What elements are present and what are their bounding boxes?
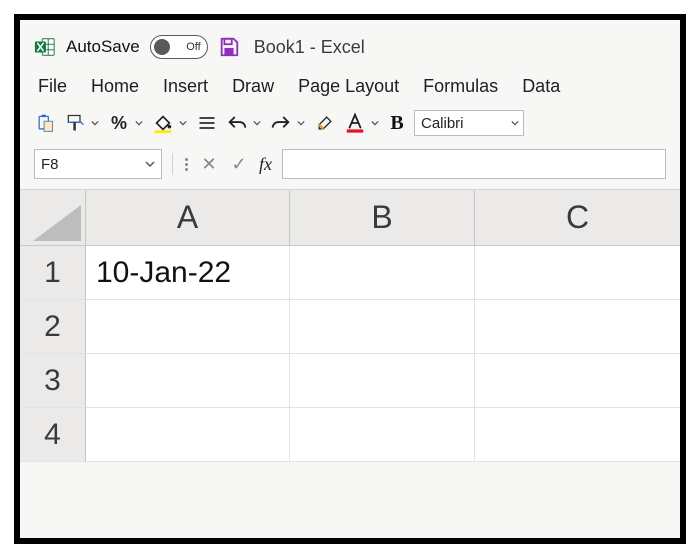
row-header-1[interactable]: 1: [20, 246, 86, 300]
tab-draw[interactable]: Draw: [232, 76, 274, 97]
excel-logo-icon: [34, 36, 56, 58]
quick-access-toolbar: %: [20, 107, 680, 147]
cancel-x-icon[interactable]: ✕: [199, 153, 219, 175]
column-header-b[interactable]: B: [290, 190, 475, 246]
cell-b3[interactable]: [290, 354, 475, 408]
excel-window: AutoSave Off Book1 - Excel File Home Ins…: [14, 14, 686, 544]
cell-c4[interactable]: [475, 408, 681, 462]
cell-b4[interactable]: [290, 408, 475, 462]
cell-a2[interactable]: [86, 300, 290, 354]
cell-a1[interactable]: 10-Jan-22: [86, 246, 290, 300]
bold-button[interactable]: B: [388, 112, 406, 135]
tab-data[interactable]: Data: [522, 76, 560, 97]
formula-input[interactable]: [282, 149, 666, 179]
clear-formatting-icon[interactable]: [314, 112, 336, 134]
chevron-down-icon[interactable]: [252, 112, 262, 134]
font-color-icon[interactable]: [344, 112, 366, 134]
undo-icon[interactable]: [226, 112, 248, 134]
tab-insert[interactable]: Insert: [163, 76, 208, 97]
row-header-2[interactable]: 2: [20, 300, 86, 354]
select-all-corner[interactable]: [20, 190, 86, 246]
redo-icon[interactable]: [270, 112, 292, 134]
toggle-knob-icon: [154, 39, 170, 55]
ribbon-tabs: File Home Insert Draw Page Layout Formul…: [20, 70, 680, 107]
window-title: Book1 - Excel: [254, 37, 365, 58]
chevron-down-icon[interactable]: [178, 112, 188, 134]
cell-b2[interactable]: [290, 300, 475, 354]
title-bar: AutoSave Off Book1 - Excel: [20, 20, 680, 70]
spreadsheet-grid: A B C 1 10-Jan-22 2 3 4: [20, 189, 680, 462]
chevron-down-icon[interactable]: [296, 112, 306, 134]
format-painter-icon[interactable]: [64, 112, 86, 134]
chevron-down-icon: [511, 119, 519, 127]
cell-c2[interactable]: [475, 300, 681, 354]
percent-icon[interactable]: %: [108, 112, 130, 134]
autosave-state: Off: [186, 41, 200, 53]
enter-check-icon[interactable]: ✓: [229, 153, 249, 175]
chevron-down-icon[interactable]: [90, 112, 100, 134]
tab-home[interactable]: Home: [91, 76, 139, 97]
align-icon[interactable]: [196, 112, 218, 134]
insert-function-button[interactable]: fx: [259, 154, 272, 175]
cell-c3[interactable]: [475, 354, 681, 408]
cell-a3[interactable]: [86, 354, 290, 408]
column-header-a[interactable]: A: [86, 190, 290, 246]
paste-icon[interactable]: [34, 112, 56, 134]
name-box[interactable]: F8: [34, 149, 162, 179]
cell-a4[interactable]: [86, 408, 290, 462]
chevron-down-icon: [145, 159, 155, 169]
tab-page-layout[interactable]: Page Layout: [298, 76, 399, 97]
chevron-down-icon[interactable]: [134, 112, 144, 134]
column-header-c[interactable]: C: [475, 190, 681, 246]
tab-formulas[interactable]: Formulas: [423, 76, 498, 97]
font-name-value: Calibri: [421, 115, 464, 132]
font-name-select[interactable]: Calibri: [414, 110, 524, 136]
tab-file[interactable]: File: [38, 76, 67, 97]
formula-bar-row: F8 ✕ ✓ fx: [20, 147, 680, 189]
divider: [172, 153, 173, 175]
grip-icon: [183, 158, 189, 171]
row-header-3[interactable]: 3: [20, 354, 86, 408]
name-box-value: F8: [41, 156, 59, 173]
fill-color-icon[interactable]: [152, 112, 174, 134]
autosave-toggle[interactable]: Off: [150, 35, 208, 59]
save-icon[interactable]: [218, 36, 240, 58]
cell-c1[interactable]: [475, 246, 681, 300]
autosave-label: AutoSave: [66, 37, 140, 57]
cell-b1[interactable]: [290, 246, 475, 300]
row-header-4[interactable]: 4: [20, 408, 86, 462]
chevron-down-icon[interactable]: [370, 112, 380, 134]
